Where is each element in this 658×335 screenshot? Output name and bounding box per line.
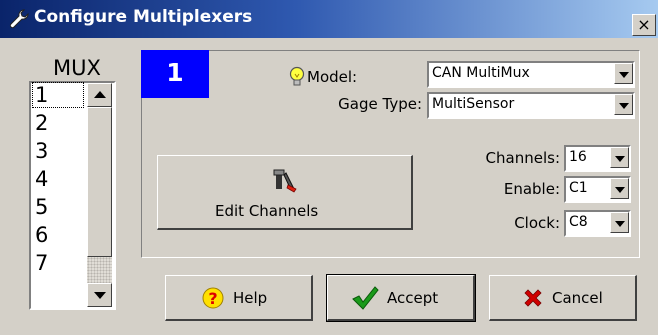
gage-type-value: MultiSensor: [432, 96, 515, 112]
scroll-down-button[interactable]: [87, 283, 112, 307]
edit-channels-label: Edit Channels: [215, 202, 319, 220]
wrench-icon: [9, 9, 29, 29]
scroll-up-button[interactable]: [87, 83, 112, 107]
enable-value: C1: [569, 180, 588, 196]
channels-select[interactable]: 16: [564, 145, 631, 172]
tools-icon: [273, 169, 297, 193]
enable-dropdown-button[interactable]: [610, 178, 629, 199]
model-select[interactable]: CAN MultiMux: [427, 61, 635, 88]
chevron-down-icon: [615, 187, 625, 193]
window-title: Configure Multiplexers: [34, 7, 253, 27]
close-icon: ×: [637, 15, 651, 34]
channels-dropdown-button[interactable]: [610, 147, 629, 168]
gage-type-select[interactable]: MultiSensor: [427, 92, 635, 119]
edit-channels-button[interactable]: Edit Channels: [157, 155, 413, 230]
question-icon: ?: [202, 287, 224, 309]
enable-label: Enable:: [503, 180, 560, 198]
accept-button[interactable]: Accept: [326, 274, 476, 322]
cancel-button[interactable]: Cancel: [489, 275, 637, 321]
mux-list-item[interactable]: 6: [33, 223, 83, 247]
clock-dropdown-button[interactable]: [610, 212, 629, 233]
cancel-label: Cancel: [552, 289, 603, 307]
svg-text:?: ?: [208, 289, 217, 308]
accept-label: Accept: [387, 289, 439, 307]
mux-list-item[interactable]: 7: [33, 251, 83, 275]
chevron-down-icon: [619, 72, 629, 78]
clock-select[interactable]: C8: [564, 210, 631, 237]
scroll-track[interactable]: [87, 257, 112, 283]
clock-label: Clock:: [514, 214, 560, 232]
gage-type-label: Gage Type:: [338, 95, 422, 113]
mux-number-badge: 1: [141, 50, 209, 98]
mux-heading: MUX: [53, 56, 101, 80]
mux-list-item[interactable]: 2: [33, 111, 83, 135]
configure-multiplexers-dialog: Configure Multiplexers × MUX 1 2 3 4 5 6…: [0, 0, 658, 335]
title-bar: Configure Multiplexers ×: [0, 0, 658, 38]
arrow-down-icon: [94, 292, 106, 299]
mux-list-item[interactable]: 1: [32, 82, 84, 108]
mux-list-item[interactable]: 4: [33, 167, 83, 191]
model-label: Model:: [307, 68, 358, 86]
mux-scrollbar[interactable]: [87, 83, 112, 307]
chevron-down-icon: [615, 156, 625, 162]
model-value: CAN MultiMux: [432, 65, 530, 81]
chevron-down-icon: [619, 103, 629, 109]
scroll-thumb[interactable]: [87, 107, 112, 257]
mux-list-item[interactable]: 5: [33, 195, 83, 219]
model-dropdown-button[interactable]: [614, 63, 633, 84]
help-label: Help: [233, 289, 268, 307]
gage-type-dropdown-button[interactable]: [614, 94, 633, 115]
mux-list-item[interactable]: 3: [33, 139, 83, 163]
mux-listbox[interactable]: 1 2 3 4 5 6 7: [29, 81, 116, 310]
channels-value: 16: [569, 149, 587, 165]
x-icon: [524, 289, 542, 307]
checkmark-icon: [352, 286, 379, 310]
chevron-down-icon: [615, 221, 625, 227]
channels-label: Channels:: [485, 149, 560, 167]
arrow-up-icon: [94, 91, 106, 98]
close-button[interactable]: ×: [632, 14, 656, 36]
clock-value: C8: [569, 214, 588, 230]
enable-select[interactable]: C1: [564, 176, 631, 203]
help-button[interactable]: ? Help: [165, 275, 313, 321]
lightbulb-icon: [289, 66, 305, 86]
